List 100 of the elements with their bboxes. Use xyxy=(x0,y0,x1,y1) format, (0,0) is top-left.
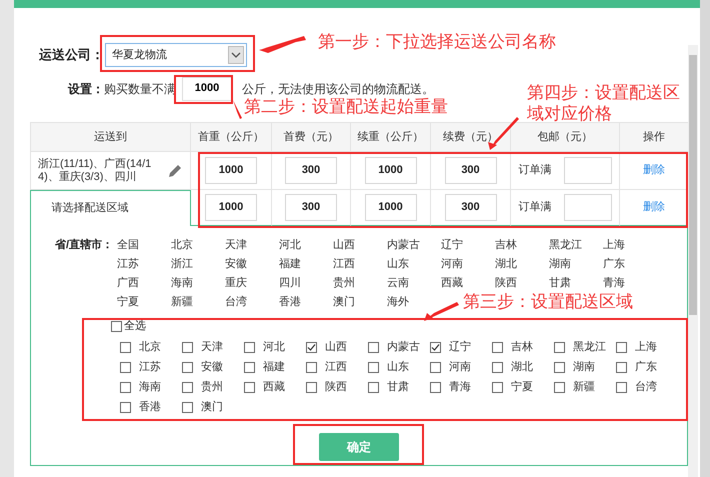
region-checkbox-label: 天津 xyxy=(201,340,223,355)
region-option[interactable]: 黑龙江 xyxy=(549,236,603,255)
column-header: 续重（公斤） xyxy=(351,123,431,152)
input-field[interactable]: 300 xyxy=(444,157,496,184)
region-option[interactable]: 贵州 xyxy=(333,274,387,293)
input-field[interactable] xyxy=(564,194,612,221)
region-option[interactable]: 河北 xyxy=(279,236,333,255)
checkbox[interactable] xyxy=(120,402,131,412)
dropdown-caret-icon xyxy=(228,46,244,64)
region-option[interactable]: 云南 xyxy=(387,274,441,293)
region-option[interactable]: 海南 xyxy=(171,274,225,293)
annotation-arrow xyxy=(259,36,306,53)
region-checkbox-label: 湖南 xyxy=(573,360,595,375)
checkbox[interactable] xyxy=(182,402,193,412)
checkbox[interactable] xyxy=(492,342,503,352)
region-option[interactable]: 全国 xyxy=(117,236,171,255)
region-checkbox-label: 新疆 xyxy=(573,380,595,395)
checkbox[interactable] xyxy=(368,362,379,372)
checkbox[interactable] xyxy=(120,382,131,392)
region-option[interactable]: 江苏 xyxy=(117,255,171,274)
checkbox[interactable] xyxy=(244,362,255,372)
free-shipping-label: 订单满 xyxy=(518,163,552,178)
region-option[interactable]: 宁夏 xyxy=(117,293,171,312)
checkbox[interactable] xyxy=(368,382,379,392)
region-option[interactable]: 福建 xyxy=(279,255,333,274)
region-option[interactable]: 吉林 xyxy=(495,236,549,255)
checkbox[interactable] xyxy=(120,342,131,352)
weight-input[interactable]: 1000 xyxy=(182,76,232,100)
region-option[interactable]: 重庆 xyxy=(225,274,279,293)
input-field[interactable]: 1000 xyxy=(364,157,416,184)
region-option[interactable]: 天津 xyxy=(225,236,279,255)
region-option[interactable]: 河南 xyxy=(441,255,495,274)
scrollbar[interactable] xyxy=(688,45,698,477)
input-field[interactable]: 300 xyxy=(285,157,337,184)
checkbox[interactable] xyxy=(430,362,441,372)
input-field[interactable]: 1000 xyxy=(205,194,257,221)
region-checkbox-label: 辽宁 xyxy=(449,340,471,355)
region-option[interactable]: 新疆 xyxy=(171,293,225,312)
region-checkbox-label: 山东 xyxy=(387,360,409,375)
checkbox[interactable] xyxy=(368,342,379,352)
checkbox[interactable] xyxy=(182,362,193,372)
checkbox[interactable] xyxy=(430,382,441,392)
region-option[interactable]: 海外 xyxy=(387,293,441,312)
checkbox[interactable] xyxy=(616,342,627,352)
checkbox[interactable] xyxy=(244,342,255,352)
region-option[interactable]: 四川 xyxy=(279,274,333,293)
region-option[interactable]: 澳门 xyxy=(333,293,387,312)
region-checkbox-label: 黑龙江 xyxy=(573,340,606,355)
checkbox[interactable] xyxy=(554,382,565,392)
region-option[interactable]: 香港 xyxy=(279,293,333,312)
region-option[interactable]: 山东 xyxy=(387,255,441,274)
annotation-arrow xyxy=(488,117,519,150)
checkbox[interactable] xyxy=(554,362,565,372)
checkbox[interactable] xyxy=(554,342,565,352)
region-checkbox-label: 西藏 xyxy=(263,380,285,395)
checkbox[interactable] xyxy=(111,320,122,332)
region-option[interactable]: 北京 xyxy=(171,236,225,255)
region-option[interactable]: 安徽 xyxy=(225,255,279,274)
input-field[interactable]: 300 xyxy=(285,194,337,221)
delete-link[interactable]: 删除 xyxy=(643,199,665,216)
region-option[interactable]: 青海 xyxy=(603,274,657,293)
checkbox[interactable] xyxy=(616,382,627,392)
checkbox[interactable] xyxy=(182,342,193,352)
input-field[interactable] xyxy=(564,157,612,184)
input-field[interactable]: 1000 xyxy=(205,157,257,184)
checkbox[interactable] xyxy=(430,342,441,352)
column-header: 首重（公斤） xyxy=(191,123,272,152)
region-option[interactable]: 西藏 xyxy=(441,274,495,293)
region-option[interactable]: 广西 xyxy=(117,274,171,293)
select-all-label: 全选 xyxy=(124,318,146,334)
checkbox[interactable] xyxy=(492,362,503,372)
region-option[interactable]: 广东 xyxy=(603,255,657,274)
region-checkbox-label: 台湾 xyxy=(635,380,657,395)
delete-link[interactable]: 删除 xyxy=(643,162,665,179)
checkbox[interactable] xyxy=(120,362,131,372)
checkbox[interactable] xyxy=(616,362,627,372)
region-option[interactable]: 浙江 xyxy=(171,255,225,274)
input-field[interactable]: 1000 xyxy=(364,194,416,221)
region-option[interactable]: 湖南 xyxy=(549,255,603,274)
checkbox[interactable] xyxy=(492,382,503,392)
checkbox[interactable] xyxy=(306,382,317,392)
region-option[interactable]: 江西 xyxy=(333,255,387,274)
region-option[interactable]: 甘肃 xyxy=(549,274,603,293)
region-option[interactable]: 内蒙古 xyxy=(387,236,441,255)
region-option[interactable]: 山西 xyxy=(333,236,387,255)
region-option[interactable]: 陕西 xyxy=(495,274,549,293)
company-select[interactable]: 华夏龙物流 xyxy=(105,43,247,67)
pencil-icon[interactable] xyxy=(167,162,183,178)
input-field[interactable]: 300 xyxy=(444,194,496,221)
region-checkbox-label: 上海 xyxy=(635,340,657,355)
region-option[interactable]: 台湾 xyxy=(225,293,279,312)
checkbox[interactable] xyxy=(244,382,255,392)
region-checkbox-label: 宁夏 xyxy=(511,380,533,395)
region-option[interactable]: 湖北 xyxy=(495,255,549,274)
checkbox[interactable] xyxy=(306,342,317,352)
checkbox[interactable] xyxy=(182,382,193,392)
checkbox[interactable] xyxy=(306,362,317,372)
region-option[interactable]: 上海 xyxy=(603,236,657,255)
region-checkbox-label: 河南 xyxy=(449,360,471,375)
region-option[interactable]: 辽宁 xyxy=(441,236,495,255)
